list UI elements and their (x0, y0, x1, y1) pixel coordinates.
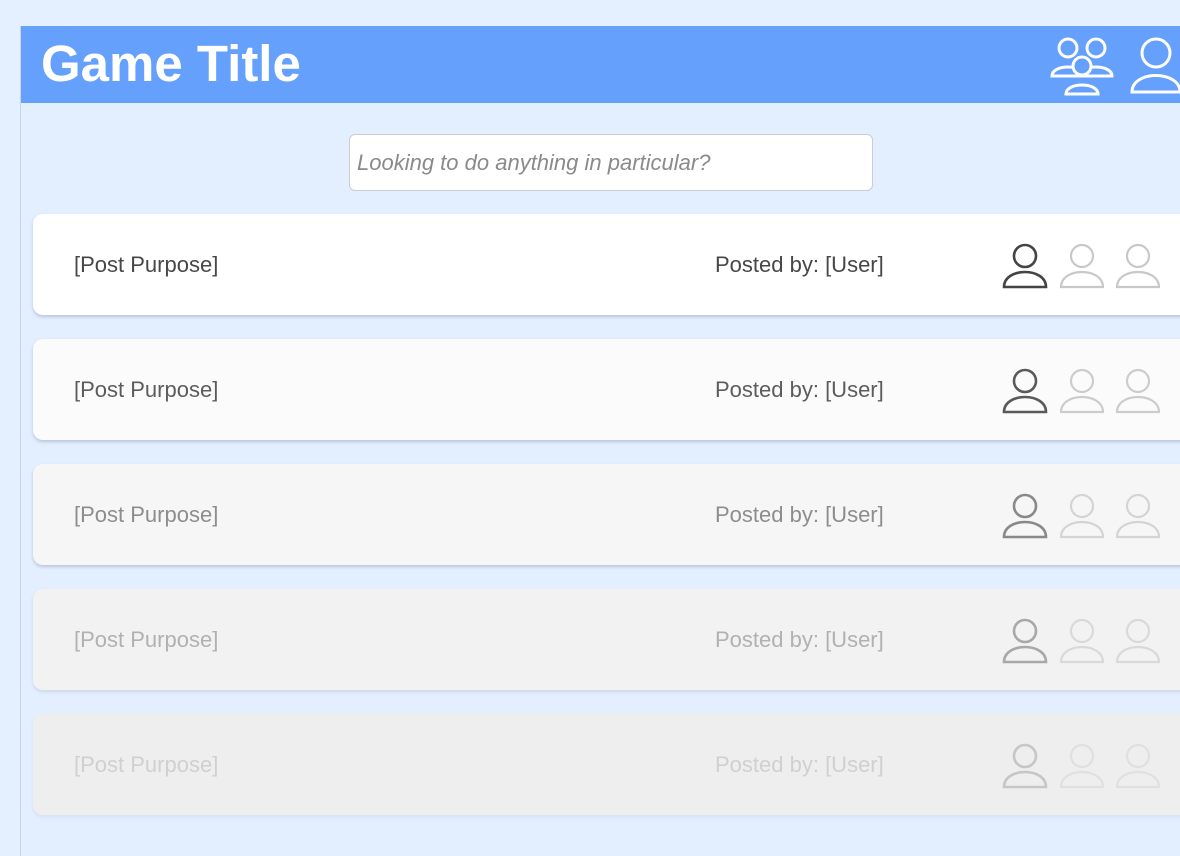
post-purpose: [Post Purpose] (74, 252, 219, 277)
player-slots (1001, 491, 1171, 541)
post-list: [Post Purpose] Posted by: [User] [Post P… (33, 214, 1180, 839)
header-bar: Game Title (21, 26, 1180, 103)
empty-player-slot-icon (1058, 616, 1106, 664)
empty-player-slot-icon (1058, 366, 1106, 414)
post-author: Posted by: [User] (715, 627, 884, 652)
user-icon[interactable] (1128, 36, 1180, 94)
post-author: Posted by: [User] (715, 377, 884, 402)
empty-player-slot-icon (1058, 491, 1106, 539)
player-slots (1001, 241, 1171, 291)
search-container (349, 134, 873, 191)
empty-player-slot-icon (1114, 741, 1162, 789)
group-icon[interactable] (1047, 36, 1119, 96)
post-purpose: [Post Purpose] (74, 502, 219, 527)
empty-player-slot-icon (1114, 366, 1162, 414)
filled-player-slot-icon (1001, 491, 1049, 539)
filled-player-slot-icon (1001, 241, 1049, 289)
empty-player-slot-icon (1058, 241, 1106, 289)
post-author: Posted by: [User] (715, 502, 884, 527)
post-item[interactable]: [Post Purpose] Posted by: [User] (33, 714, 1180, 815)
empty-player-slot-icon (1114, 491, 1162, 539)
filled-player-slot-icon (1001, 616, 1049, 664)
post-author: Posted by: [User] (715, 752, 884, 777)
empty-player-slot-icon (1058, 741, 1106, 789)
post-item[interactable]: [Post Purpose] Posted by: [User] (33, 214, 1180, 315)
post-author: Posted by: [User] (715, 252, 884, 277)
post-purpose: [Post Purpose] (74, 377, 219, 402)
post-purpose: [Post Purpose] (74, 627, 219, 652)
post-item[interactable]: [Post Purpose] Posted by: [User] (33, 589, 1180, 690)
player-slots (1001, 741, 1171, 791)
filled-player-slot-icon (1001, 366, 1049, 414)
app-window: Game Title [Post Purpose] Posted by: [Us… (20, 26, 1180, 856)
filled-player-slot-icon (1001, 741, 1049, 789)
post-purpose: [Post Purpose] (74, 752, 219, 777)
empty-player-slot-icon (1114, 616, 1162, 664)
player-slots (1001, 366, 1171, 416)
post-item[interactable]: [Post Purpose] Posted by: [User] (33, 339, 1180, 440)
empty-player-slot-icon (1114, 241, 1162, 289)
page-title: Game Title (41, 35, 301, 92)
post-item[interactable]: [Post Purpose] Posted by: [User] (33, 464, 1180, 565)
player-slots (1001, 616, 1171, 666)
search-input[interactable] (349, 134, 873, 191)
